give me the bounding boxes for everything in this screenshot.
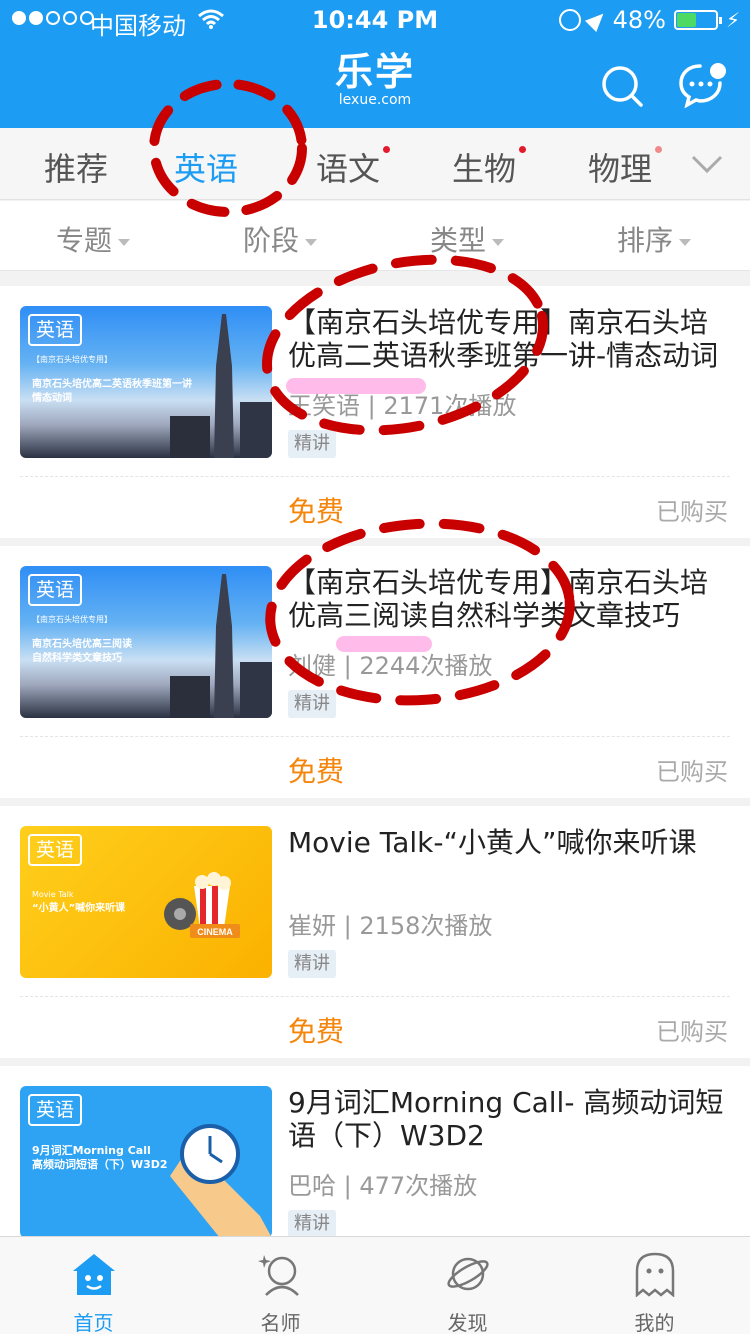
filter-label: 类型: [430, 224, 487, 257]
skyline-image: [170, 574, 272, 718]
nav-mine[interactable]: 我的: [561, 1237, 748, 1334]
home-icon: [73, 1254, 115, 1295]
subject-tag: 英语: [28, 314, 83, 346]
filter-label: 排序: [617, 224, 674, 257]
ghost-icon: [635, 1252, 675, 1297]
course-list: 英语 【南京石头培优专用】 南京石头培优高二英语秋季班第一讲 情态动词 【南京石头…: [0, 286, 750, 1326]
teacher-icon: [258, 1255, 299, 1296]
cinema-label: CINEMA: [197, 927, 233, 937]
divider: [20, 476, 730, 477]
tab-label: 生物: [452, 150, 517, 188]
course-title: 【南京石头培优专用】南京石头培优高二英语秋季班第一讲-情态动词: [288, 306, 719, 372]
course-card[interactable]: 英语 Movie Talk “小黄人”喊你来听课 CINEMA Movie Ta…: [0, 806, 750, 1058]
filter-type[interactable]: 类型: [430, 219, 505, 259]
thumbnail-caption: 【南京石头培优专用】: [32, 355, 112, 364]
new-badge: [655, 146, 663, 153]
nav-label: 我的: [634, 1311, 675, 1334]
filter-sort[interactable]: 排序: [617, 219, 692, 259]
course-price: 免费: [288, 755, 345, 788]
course-title: Movie Talk-“小黄人”喊你来听课: [288, 826, 697, 859]
purchase-status: 已购买: [656, 758, 728, 786]
tab-chinese[interactable]: 语文: [316, 144, 391, 190]
thumbnail-title: “小黄人”喊你来听课: [32, 903, 126, 914]
thumbnail-title: 南京石头培优高三阅读 自然科学类文章技巧: [32, 639, 132, 664]
app-screen: 中国移动 10:44 PM 48% ⚡ 乐学 lexue.com 推荐 英语 语…: [0, 0, 750, 1334]
message-icon[interactable]: [678, 62, 728, 108]
popcorn-cinema-image: CINEMA: [164, 872, 240, 938]
charging-icon: ⚡: [725, 8, 740, 32]
battery-percent: 48%: [612, 6, 666, 34]
search-icon[interactable]: [600, 64, 644, 108]
course-meta: 刘健 | 2244次播放: [288, 652, 493, 680]
nav-teachers[interactable]: 名师: [187, 1237, 374, 1334]
tab-label: 英语: [174, 150, 239, 188]
course-meta: 王笑语 | 2171次播放: [288, 392, 517, 420]
nav-home[interactable]: 首页: [0, 1237, 187, 1334]
caret-down-icon: [492, 238, 505, 246]
tab-label: 语文: [316, 150, 381, 188]
tab-label: 推荐: [44, 150, 109, 188]
caret-down-icon: [679, 238, 692, 246]
course-title: 【南京石头培优专用】南京石头培优高三阅读自然科学类文章技巧: [288, 566, 709, 632]
thumbnail-caption: 【南京石头培优专用】: [32, 615, 112, 624]
bottom-nav: 首页 名师 发现 我的: [0, 1236, 750, 1334]
rotation-lock-icon: [558, 9, 581, 31]
course-title: 9月词汇Morning Call- 高频动词短语（下）W3D2: [288, 1086, 724, 1152]
new-badge: [383, 146, 391, 153]
tab-recommend[interactable]: 推荐: [44, 144, 108, 190]
thumbnail-caption: Movie Talk: [32, 890, 74, 899]
course-type-tag: 精讲: [288, 1210, 336, 1238]
tab-biology[interactable]: 生物: [452, 144, 527, 190]
nav-label: 发现: [447, 1311, 488, 1334]
filter-stage[interactable]: 阶段: [243, 219, 318, 259]
status-bar: 中国移动 10:44 PM 48% ⚡: [0, 0, 750, 40]
divider: [20, 736, 730, 737]
location-icon: [584, 7, 609, 33]
course-price: 免费: [288, 495, 345, 528]
course-thumbnail: 英语 【南京石头培优专用】 南京石头培优高三阅读 自然科学类文章技巧: [20, 566, 272, 718]
nav-label: 首页: [73, 1311, 114, 1334]
caret-down-icon: [305, 238, 318, 246]
tab-physics[interactable]: 物理: [588, 144, 663, 190]
skyline-image: [170, 314, 272, 458]
alarm-clock-image: [170, 1124, 272, 1238]
course-meta: 崔妍 | 2158次播放: [288, 912, 493, 940]
nav-discover[interactable]: 发现: [374, 1237, 561, 1334]
course-thumbnail: 英语 9月词汇Morning Call 高频动词短语（下）W3D2: [20, 1086, 272, 1238]
course-type-tag: 精讲: [288, 430, 336, 458]
planet-icon: [447, 1257, 489, 1291]
tab-english[interactable]: 英语: [174, 144, 238, 190]
purchase-status: 已购买: [656, 498, 728, 526]
status-right: 48% ⚡: [558, 6, 740, 34]
nav-label: 名师: [260, 1311, 301, 1334]
category-tabs: 推荐 英语 语文 生物 物理: [0, 128, 750, 200]
thumbnail-title: 9月词汇Morning Call 高频动词短语（下）W3D2: [32, 1144, 168, 1171]
course-thumbnail: 英语 Movie Talk “小黄人”喊你来听课 CINEMA: [20, 826, 272, 978]
battery-icon: [673, 10, 722, 30]
course-price: 免费: [288, 1015, 345, 1048]
course-type-tag: 精讲: [288, 950, 336, 978]
caret-down-icon: [118, 238, 131, 246]
divider: [20, 996, 730, 997]
course-card[interactable]: 英语 【南京石头培优专用】 南京石头培优高二英语秋季班第一讲 情态动词 【南京石头…: [0, 286, 750, 538]
course-thumbnail: 英语 【南京石头培优专用】 南京石头培优高二英语秋季班第一讲 情态动词: [20, 306, 272, 458]
top-bar: 中国移动 10:44 PM 48% ⚡ 乐学 lexue.com: [0, 0, 750, 128]
tab-label: 物理: [588, 150, 653, 188]
filter-label: 阶段: [243, 224, 300, 257]
filter-label: 专题: [56, 224, 113, 257]
subject-tag: 英语: [28, 834, 83, 866]
chevron-down-icon[interactable]: [690, 148, 724, 178]
filter-topic[interactable]: 专题: [56, 219, 131, 259]
course-meta: 巴哈 | 477次播放: [288, 1172, 478, 1200]
filter-bar: 专题 阶段 类型 排序: [0, 201, 750, 271]
subject-tag: 英语: [28, 574, 83, 606]
purchase-status: 已购买: [656, 1018, 728, 1046]
thumbnail-title: 南京石头培优高二英语秋季班第一讲 情态动词: [32, 379, 192, 404]
new-badge: [519, 146, 527, 153]
subject-tag: 英语: [28, 1094, 83, 1126]
course-card[interactable]: 英语 【南京石头培优专用】 南京石头培优高三阅读 自然科学类文章技巧 【南京石头培…: [0, 546, 750, 798]
course-type-tag: 精讲: [288, 690, 336, 718]
